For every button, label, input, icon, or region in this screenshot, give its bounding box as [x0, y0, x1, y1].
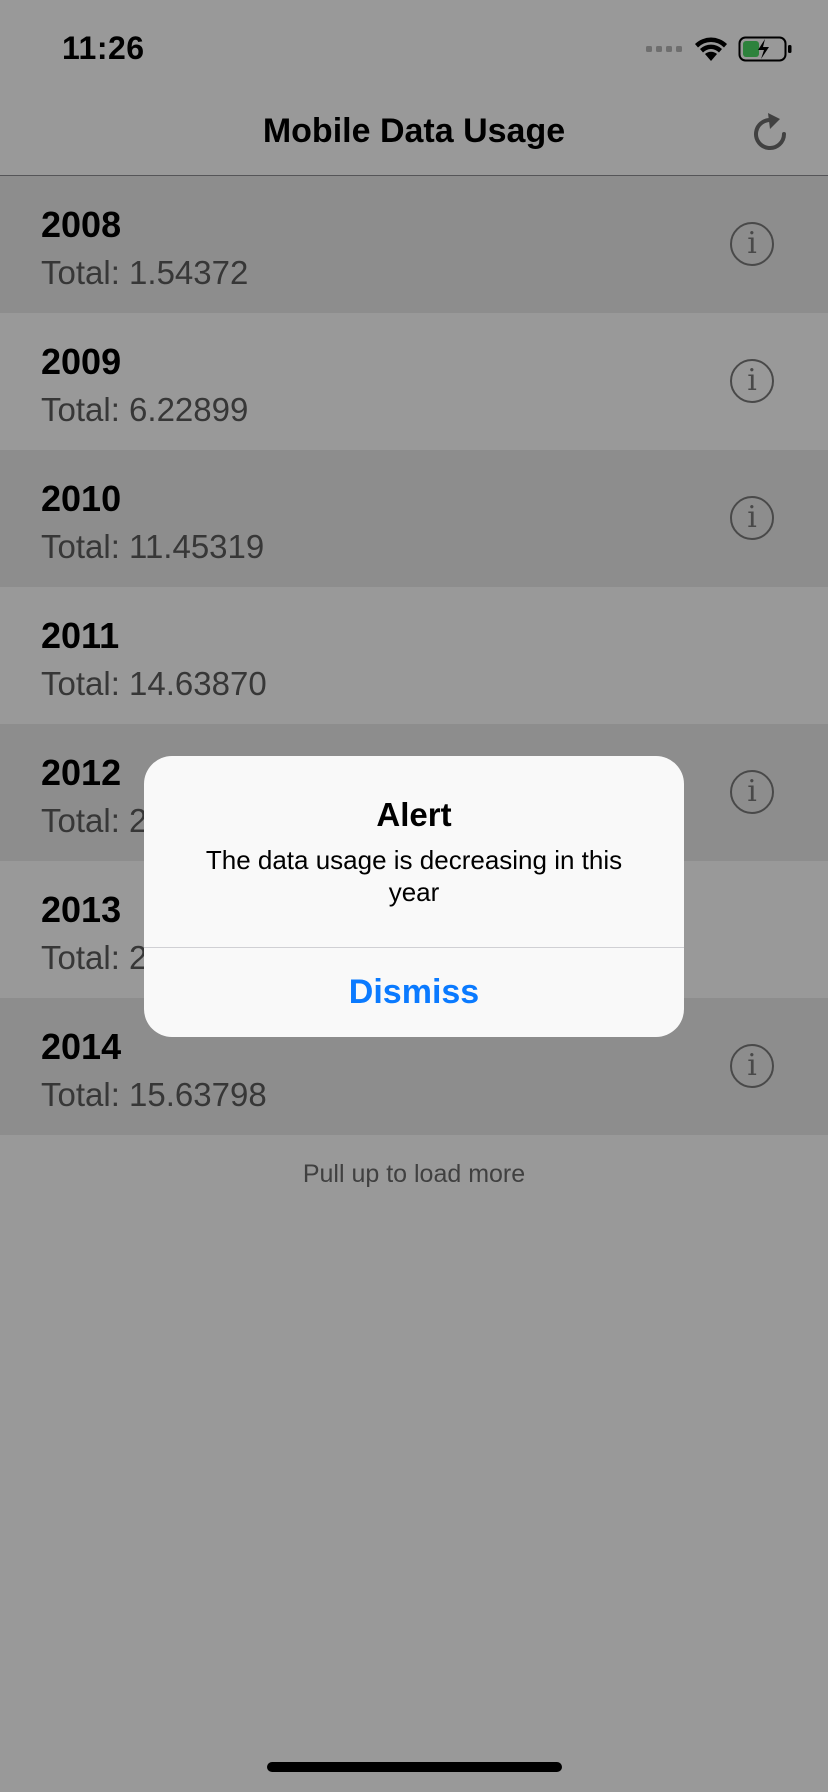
dismiss-button[interactable]: Dismiss: [144, 948, 684, 1037]
alert-dialog: Alert The data usage is decreasing in th…: [144, 756, 684, 1037]
home-indicator[interactable]: [267, 1762, 562, 1772]
screen: 11:26 Mobile Data Usage 2008 Total: 1.54…: [0, 0, 828, 1792]
alert-message: The data usage is decreasing in this yea…: [205, 845, 623, 907]
alert-title: Alert: [376, 796, 452, 833]
